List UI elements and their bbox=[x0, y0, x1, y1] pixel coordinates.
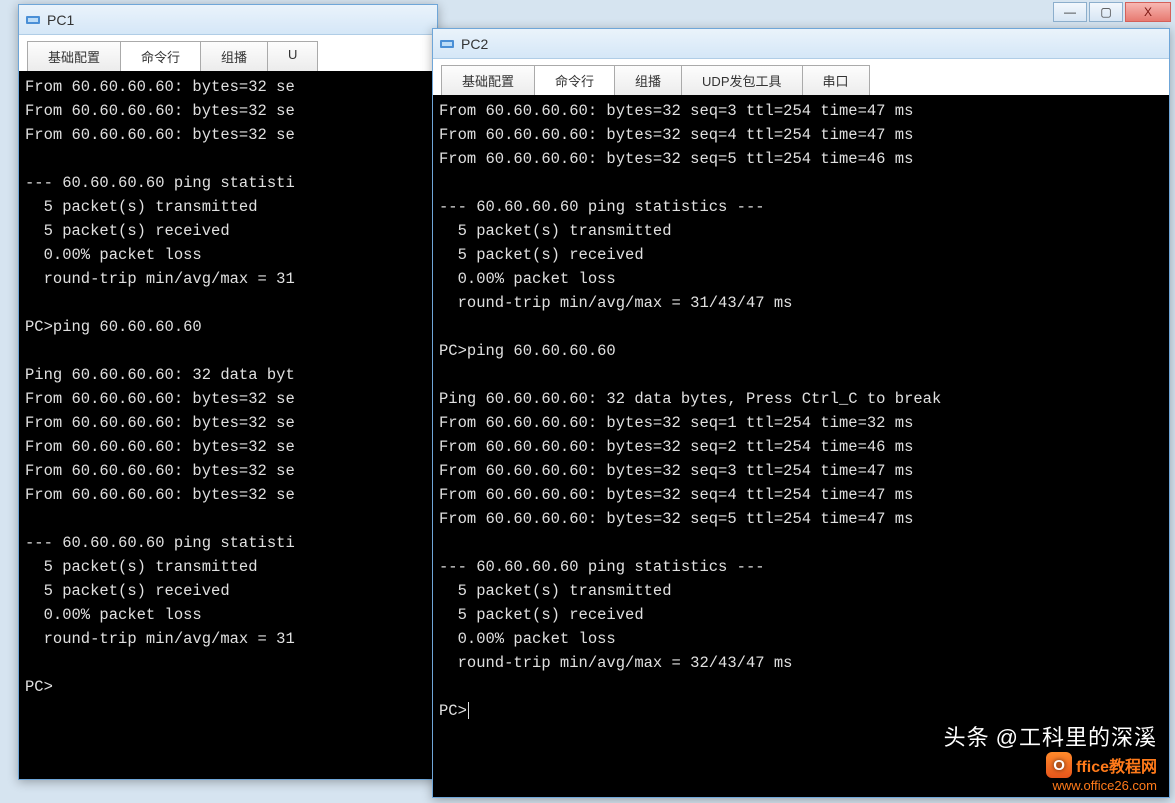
tab-3[interactable]: UDP发包工具 bbox=[681, 65, 802, 95]
tab-0[interactable]: 基础配置 bbox=[441, 65, 535, 95]
watermark-author: @工科里的深溪 bbox=[996, 720, 1157, 752]
watermark-url: www.office26.com bbox=[944, 778, 1157, 793]
tab-3[interactable]: U bbox=[267, 41, 318, 71]
tab-1[interactable]: 命令行 bbox=[120, 41, 201, 71]
watermark: 头条 @工科里的深溪 O ffice教程网 www.office26.com bbox=[944, 720, 1157, 793]
window-title: PC2 bbox=[461, 36, 1163, 52]
tabs-pc2: 基础配置命令行组播UDP发包工具串口 bbox=[433, 59, 1169, 95]
close-button[interactable]: X bbox=[1125, 2, 1171, 22]
tab-2[interactable]: 组播 bbox=[200, 41, 268, 71]
window-title: PC1 bbox=[47, 12, 431, 28]
tab-4[interactable]: 串口 bbox=[802, 65, 870, 95]
app-icon bbox=[439, 36, 455, 52]
tab-0[interactable]: 基础配置 bbox=[27, 41, 121, 71]
watermark-badge-icon: O bbox=[1046, 752, 1072, 778]
tab-2[interactable]: 组播 bbox=[614, 65, 682, 95]
titlebar-pc2[interactable]: PC2 bbox=[433, 29, 1169, 59]
window-pc1: PC1 基础配置命令行组播U From 60.60.60.60: bytes=3… bbox=[18, 4, 438, 780]
maximize-button[interactable]: ▢ bbox=[1089, 2, 1123, 22]
minimize-button[interactable]: — bbox=[1053, 2, 1087, 22]
terminal-pc2[interactable]: From 60.60.60.60: bytes=32 seq=3 ttl=254… bbox=[433, 95, 1169, 797]
titlebar-pc1[interactable]: PC1 bbox=[19, 5, 437, 35]
window-pc2: PC2 基础配置命令行组播UDP发包工具串口 From 60.60.60.60:… bbox=[432, 28, 1170, 798]
watermark-site: ffice教程网 bbox=[1076, 753, 1157, 777]
app-icon bbox=[25, 12, 41, 28]
tab-1[interactable]: 命令行 bbox=[534, 65, 615, 95]
window-controls: — ▢ X bbox=[1053, 2, 1171, 22]
terminal-pc1[interactable]: From 60.60.60.60: bytes=32 se From 60.60… bbox=[19, 71, 437, 779]
tabs-pc1: 基础配置命令行组播U bbox=[19, 35, 437, 71]
text-cursor bbox=[468, 702, 469, 719]
watermark-prefix: 头条 bbox=[944, 720, 990, 752]
